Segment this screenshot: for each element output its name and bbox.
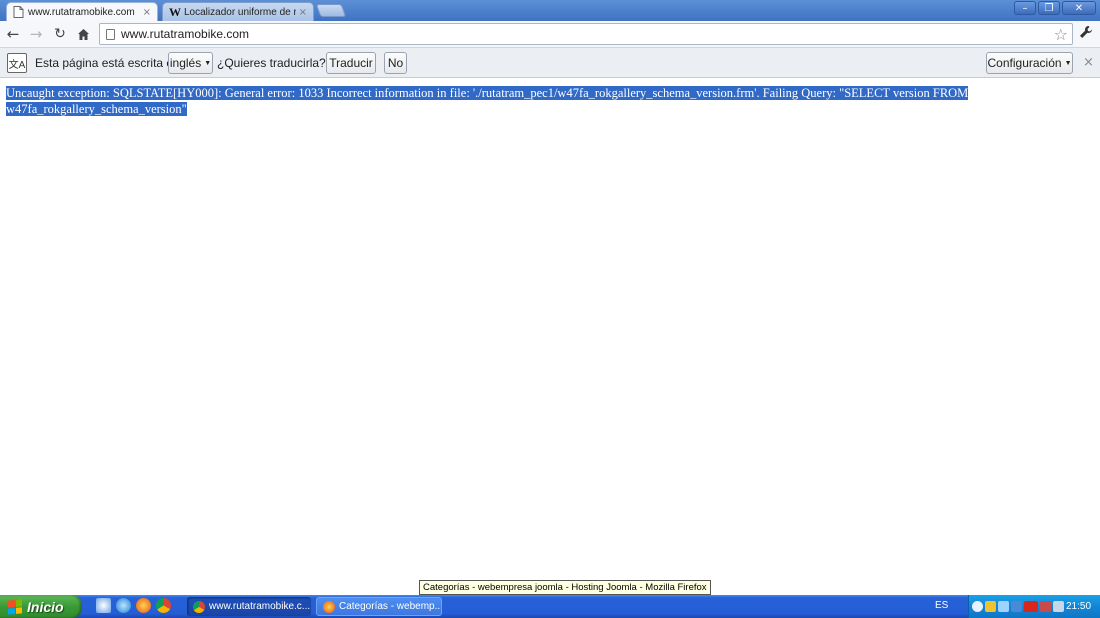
network-icon[interactable]	[998, 601, 1009, 612]
no-translate-button[interactable]: No	[384, 52, 407, 74]
firefox-icon	[323, 600, 335, 613]
wrench-icon[interactable]	[1079, 25, 1093, 43]
tab-strip: www.rutatramobike.com × W Localizador un…	[0, 0, 1100, 21]
desktop-icon[interactable]	[96, 598, 111, 613]
chevron-down-icon: ▼	[204, 59, 212, 67]
tab-close-icon[interactable]: ×	[143, 7, 151, 18]
firefox-icon[interactable]	[136, 598, 151, 613]
security-icon[interactable]	[1040, 601, 1051, 612]
start-button[interactable]: Inicio	[0, 595, 82, 618]
restore-button[interactable]: ❐	[1038, 1, 1060, 15]
taskbar-item-label: Categorías - webemp...	[339, 601, 442, 612]
ati-icon[interactable]	[1024, 601, 1038, 612]
translate-settings-button[interactable]: Configuración ▼	[986, 52, 1073, 74]
new-tab-button[interactable]	[315, 4, 347, 17]
system-tray: 21:50	[968, 595, 1100, 618]
language-indicator[interactable]: ES	[935, 600, 948, 611]
taskbar-item-chrome[interactable]: www.rutatramobike.c...	[187, 597, 311, 616]
monitor-icon[interactable]	[1011, 601, 1022, 612]
shield-icon[interactable]	[985, 601, 996, 612]
bookmark-star-icon[interactable]: ☆	[1054, 25, 1068, 44]
chevron-left-icon[interactable]	[972, 601, 983, 612]
page-icon	[106, 28, 115, 40]
chevron-down-icon: ▼	[1064, 59, 1072, 67]
wikipedia-icon: W	[169, 4, 181, 19]
reload-icon[interactable]: ↻	[51, 25, 69, 43]
home-icon[interactable]	[74, 25, 92, 43]
taskbar-item-firefox[interactable]: Categorías - webemp...	[316, 597, 442, 616]
settings-label: Configuración	[987, 56, 1062, 70]
tab-wikipedia-url[interactable]: W Localizador uniforme de recur ×	[162, 2, 314, 21]
start-label: Inicio	[27, 598, 64, 615]
quick-launch	[96, 598, 171, 613]
address-bar[interactable]: www.rutatramobike.com ☆	[99, 23, 1073, 45]
translate-question: ¿Quieres traducirla?	[217, 56, 326, 70]
minimize-button[interactable]: –	[1014, 1, 1036, 15]
page-content: Uncaught exception: SQLSTATE[HY000]: Gen…	[0, 79, 1100, 589]
language-select-value: inglés	[169, 56, 202, 70]
taskbar-tooltip: Categorías - webempresa joomla - Hosting…	[419, 580, 711, 595]
chrome-icon[interactable]	[156, 598, 171, 613]
close-window-button[interactable]: ✕	[1062, 1, 1096, 15]
tab-rutatramobike[interactable]: www.rutatramobike.com ×	[6, 2, 158, 21]
error-line-1: Uncaught exception: SQLSTATE[HY000]: Gen…	[6, 86, 969, 100]
ie-icon[interactable]	[116, 598, 131, 613]
clock: 21:50	[1066, 601, 1092, 612]
taskbar: Inicio www.rutatramobike.c... Categorías…	[0, 595, 1100, 618]
taskbar-item-label: www.rutatramobike.c...	[209, 601, 311, 612]
error-line-2: w47fa_rokgallery_schema_version"	[6, 102, 187, 116]
translate-infobar: 文A Esta página está escrita en inglés ▼ ¿…	[0, 48, 1100, 78]
error-message: Uncaught exception: SQLSTATE[HY000]: Gen…	[6, 85, 1096, 117]
window-controls: – ❐ ✕	[1014, 1, 1096, 15]
url-text[interactable]: www.rutatramobike.com	[121, 27, 249, 41]
tab-title: Localizador uniforme de recur	[184, 6, 296, 18]
tab-close-icon[interactable]: ×	[299, 7, 307, 18]
translate-icon: 文A	[7, 53, 27, 73]
windows-logo-icon	[8, 598, 22, 615]
translate-message: Esta página está escrita en	[35, 56, 180, 70]
tab-title: www.rutatramobike.com	[28, 6, 135, 18]
browser-toolbar: ← → ↻ www.rutatramobike.com ☆	[0, 21, 1100, 48]
back-arrow-icon[interactable]: ←	[4, 25, 22, 43]
forward-arrow-icon[interactable]: →	[27, 25, 45, 43]
volume-icon[interactable]	[1053, 601, 1064, 612]
language-select[interactable]: inglés ▼	[168, 52, 213, 74]
page-icon	[13, 6, 24, 18]
close-icon[interactable]: ×	[1083, 55, 1094, 70]
translate-button[interactable]: Traducir	[326, 52, 376, 74]
chrome-icon	[193, 600, 205, 613]
